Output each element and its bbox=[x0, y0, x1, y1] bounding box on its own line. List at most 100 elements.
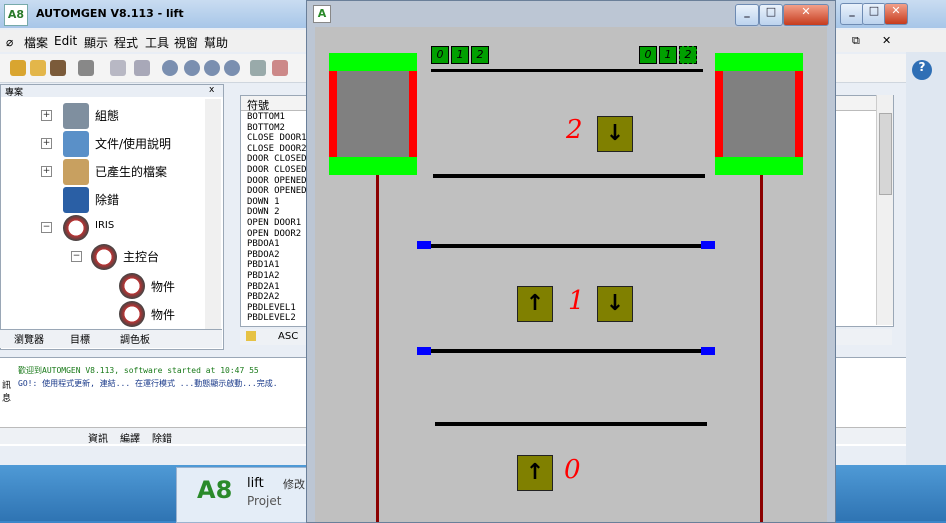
gauge-icon bbox=[119, 273, 145, 299]
call-up-button-floor-1[interactable]: ↑ bbox=[517, 286, 553, 322]
tab-browser[interactable]: 瀏覽器 bbox=[14, 331, 44, 346]
symbol-item[interactable]: DOOR OPENED1 bbox=[247, 176, 312, 187]
symbol-item[interactable]: PBDOA1 bbox=[247, 239, 280, 250]
floor-1-upper-line bbox=[431, 244, 705, 248]
new-icon[interactable] bbox=[10, 60, 26, 76]
menu-file[interactable]: 檔案 bbox=[24, 34, 48, 51]
monitor-icon bbox=[63, 187, 89, 213]
print-icon[interactable] bbox=[78, 60, 94, 76]
open-icon[interactable] bbox=[30, 60, 46, 76]
menu-view[interactable]: 顯示 bbox=[84, 34, 108, 51]
tree-item-config[interactable]: + 組態 bbox=[1, 103, 201, 129]
floor-number: 0 bbox=[564, 455, 581, 485]
menu-edit[interactable]: Edit bbox=[54, 34, 77, 48]
taskbar-item-extra: 修改 bbox=[283, 478, 305, 491]
gauge-icon bbox=[63, 215, 89, 241]
collapse-button[interactable]: − bbox=[41, 222, 52, 233]
right-side-panel: ? bbox=[906, 52, 946, 470]
message-line: 歡迎到AUTOMGEN V8.113, software started at … bbox=[18, 366, 259, 375]
lift-close-button[interactable]: ✕ bbox=[783, 4, 829, 26]
symbol-item[interactable]: PBD1A1 bbox=[247, 260, 280, 271]
expander-button[interactable]: + bbox=[41, 166, 52, 177]
find-icon[interactable] bbox=[250, 60, 266, 76]
lift-maximize-button[interactable]: □ bbox=[759, 4, 783, 26]
symbol-item[interactable]: PBDOA2 bbox=[247, 250, 280, 261]
tree-item-object[interactable]: 物件 bbox=[1, 273, 201, 299]
symbol-item[interactable]: CLOSE DOOR1 bbox=[247, 133, 307, 144]
tab-targets[interactable]: 目標 bbox=[70, 331, 90, 346]
tree-item-iris[interactable]: − IRIS bbox=[1, 215, 201, 241]
sort-asc-button[interactable]: ASC bbox=[278, 331, 298, 342]
symbol-item[interactable]: PBDLEVEL2 bbox=[247, 313, 296, 324]
symbol-item[interactable]: PBD2A2 bbox=[247, 292, 280, 303]
app-logo: A8 bbox=[197, 476, 233, 504]
floor-sensor bbox=[417, 347, 431, 355]
symbol-column-header[interactable]: 符號 bbox=[247, 97, 269, 113]
tree-item-label: 已產生的檔案 bbox=[95, 165, 168, 179]
tree-item-console[interactable]: − 主控台 bbox=[1, 244, 201, 270]
symbol-item[interactable]: DOOR CLOSED1 bbox=[247, 154, 312, 165]
symbol-item[interactable]: PBD2A1 bbox=[247, 282, 280, 293]
symbol-item[interactable]: OPEN DOOR2 bbox=[247, 229, 301, 240]
collapse-button[interactable]: − bbox=[71, 251, 82, 262]
left-cable bbox=[376, 175, 379, 522]
symbol-item[interactable]: BOTTOM2 bbox=[247, 123, 285, 134]
mdi-restore-button[interactable]: ⧉ bbox=[852, 34, 860, 48]
tab-debug[interactable]: 除錯 bbox=[152, 430, 172, 445]
project-panel-close-button[interactable]: x bbox=[209, 85, 214, 95]
project-tree-scrollbar[interactable] bbox=[205, 99, 221, 337]
tab-info[interactable]: 資訊 bbox=[88, 430, 108, 445]
project-panel: 專案 x + 組態 + 文件/使用說明 + 已產生的檔案 除錯 − IRIS −… bbox=[0, 84, 224, 350]
tree-item-label: 組態 bbox=[95, 109, 120, 123]
expander-button[interactable]: + bbox=[41, 110, 52, 121]
menu-tools[interactable]: 工具 bbox=[145, 34, 169, 51]
menu-help[interactable]: 幫助 bbox=[204, 34, 228, 51]
call-down-button-floor-2[interactable]: ↓ bbox=[597, 116, 633, 152]
symbol-item[interactable]: CLOSE DOOR2 bbox=[247, 144, 307, 155]
minimize-button[interactable]: _ bbox=[840, 3, 864, 25]
save-icon[interactable] bbox=[50, 60, 66, 76]
symbol-item[interactable]: DOWN 1 bbox=[247, 197, 280, 208]
floor-1-lower-line bbox=[431, 349, 705, 353]
tree-item-object[interactable]: 物件 bbox=[1, 301, 201, 327]
floor-sensor bbox=[701, 241, 715, 249]
run-icon[interactable] bbox=[162, 60, 178, 76]
left-car-door bbox=[409, 71, 417, 157]
box-icon bbox=[63, 159, 89, 185]
symbol-item[interactable]: DOOR CLOSED2 bbox=[247, 165, 312, 176]
options-icon[interactable] bbox=[272, 60, 288, 76]
symbol-item[interactable]: PBDLEVEL1 bbox=[247, 303, 296, 314]
menu-program[interactable]: 程式 bbox=[114, 34, 138, 51]
floor-0-line bbox=[435, 422, 707, 426]
tree-item-docs[interactable]: + 文件/使用說明 bbox=[1, 131, 201, 157]
symbol-item[interactable]: OPEN DOOR1 bbox=[247, 218, 301, 229]
tree-item-label: 物件 bbox=[151, 280, 176, 294]
tab-compile[interactable]: 編譯 bbox=[120, 430, 140, 445]
step-icon[interactable] bbox=[224, 60, 240, 76]
call-down-button-floor-1[interactable]: ↓ bbox=[597, 286, 633, 322]
pause-icon[interactable] bbox=[184, 60, 200, 76]
tree-item-debug[interactable]: 除錯 bbox=[1, 187, 201, 213]
close-button[interactable]: ✕ bbox=[884, 3, 908, 25]
tree-item-label: 除錯 bbox=[95, 193, 120, 207]
symbol-list-scrollbar[interactable] bbox=[876, 95, 893, 325]
mdi-close-button[interactable]: ✕ bbox=[882, 34, 891, 47]
expander-button[interactable]: + bbox=[41, 138, 52, 149]
maximize-button[interactable]: □ bbox=[862, 3, 886, 25]
call-up-button-floor-0[interactable]: ↑ bbox=[517, 455, 553, 491]
scrollbar-thumb[interactable] bbox=[879, 113, 892, 195]
tree-item-label: IRIS bbox=[95, 220, 115, 231]
symbol-item[interactable]: DOOR OPENED2 bbox=[247, 186, 312, 197]
message-panel-title: 訊息 bbox=[2, 381, 12, 404]
symbol-item[interactable]: BOTTOM1 bbox=[247, 112, 285, 123]
help-icon[interactable]: ? bbox=[912, 60, 932, 80]
copy-icon[interactable] bbox=[134, 60, 150, 76]
symbol-item[interactable]: PBD1A2 bbox=[247, 271, 280, 282]
cut-icon[interactable] bbox=[110, 60, 126, 76]
tab-palette[interactable]: 調色板 bbox=[120, 331, 150, 346]
lift-minimize-button[interactable]: _ bbox=[735, 4, 759, 26]
tree-item-generated[interactable]: + 已產生的檔案 bbox=[1, 159, 201, 185]
menu-window[interactable]: 視窗 bbox=[174, 34, 198, 51]
symbol-item[interactable]: DOWN 2 bbox=[247, 207, 280, 218]
stop-icon[interactable] bbox=[204, 60, 220, 76]
